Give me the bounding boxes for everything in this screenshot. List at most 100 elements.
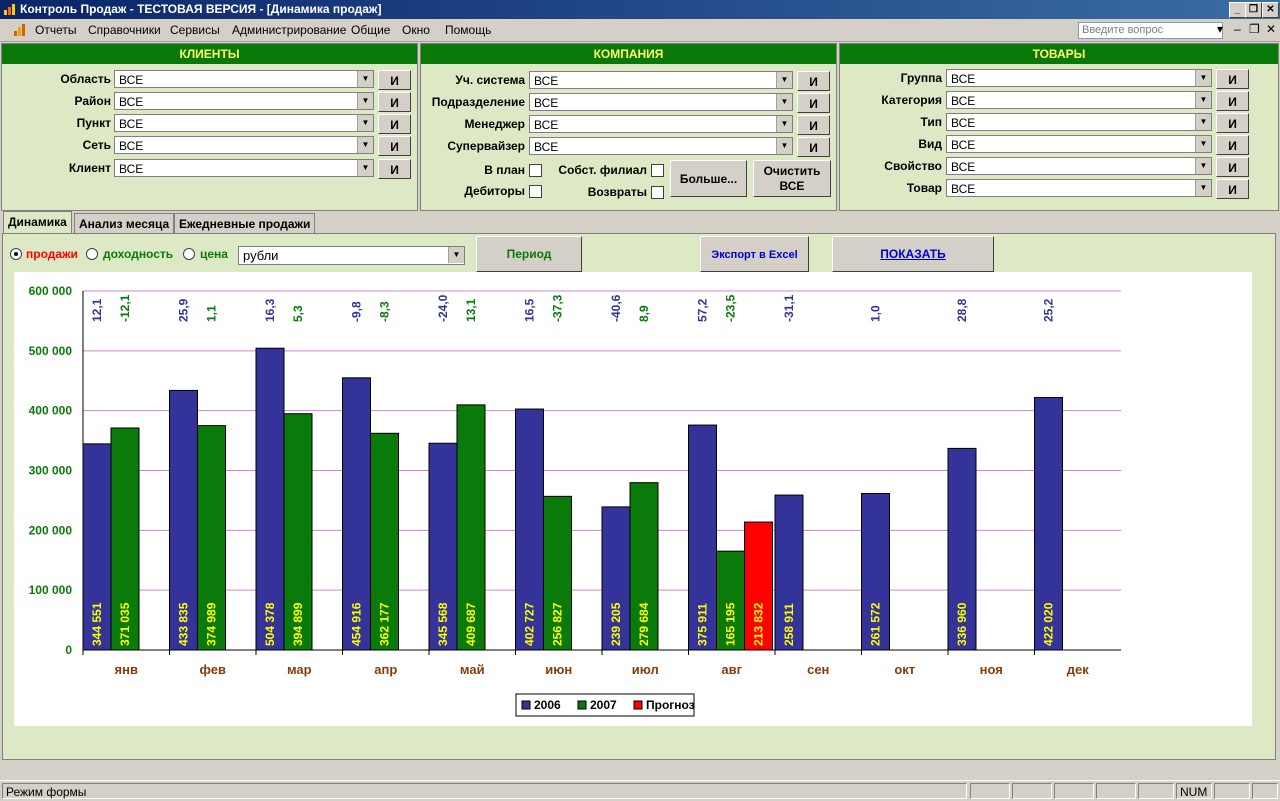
profit-radio-label[interactable]: доходность	[103, 247, 173, 261]
accounting-system-select[interactable]: ВСЕ ▼	[529, 71, 793, 89]
category-select[interactable]: ВСЕ ▼	[946, 91, 1212, 109]
percent-label: 25,2	[1042, 298, 1056, 322]
network-and-button[interactable]: И	[378, 136, 411, 156]
client-select[interactable]: ВСЕ ▼	[114, 159, 374, 177]
chevron-down-icon[interactable]: ▼	[357, 93, 373, 109]
plan-checkbox[interactable]	[529, 164, 542, 177]
sales-radio-label[interactable]: продажи	[26, 247, 78, 261]
price-radio[interactable]	[183, 248, 195, 260]
menu-administration[interactable]: Администрирование	[232, 23, 346, 37]
sales-radio[interactable]	[10, 248, 22, 260]
period-button[interactable]: Период	[476, 236, 582, 272]
tab-month-analysis[interactable]: Анализ месяца	[74, 213, 175, 233]
product-and-button[interactable]: И	[1216, 179, 1249, 199]
tab-daily-sales[interactable]: Ежедневные продажи	[174, 213, 316, 233]
menu-services[interactable]: Сервисы	[170, 23, 220, 37]
chevron-down-icon[interactable]: ▼	[1195, 158, 1211, 174]
point-select[interactable]: ВСЕ ▼	[114, 114, 374, 132]
data-label: 279 684	[637, 602, 651, 646]
child-restore-button[interactable]: ❐	[1249, 22, 1260, 36]
chevron-down-icon[interactable]: ▼	[1195, 136, 1211, 152]
tab-dynamics[interactable]: Динамика	[3, 211, 72, 234]
menu-directories[interactable]: Справочники	[88, 23, 161, 37]
category-and-button[interactable]: И	[1216, 91, 1249, 111]
product-select[interactable]: ВСЕ ▼	[946, 179, 1212, 197]
network-select[interactable]: ВСЕ ▼	[114, 136, 374, 154]
data-label: 256 827	[551, 602, 565, 646]
profit-radio[interactable]	[86, 248, 98, 260]
field-label: Свойство	[884, 159, 942, 173]
field-label: Пункт	[76, 116, 111, 130]
field-label: Сеть	[82, 138, 111, 152]
kind-and-button[interactable]: И	[1216, 135, 1249, 155]
chevron-down-icon[interactable]: ▼	[776, 94, 792, 110]
debtors-checkbox[interactable]	[529, 185, 542, 198]
chevron-down-icon[interactable]: ▼	[1195, 70, 1211, 86]
x-tick-label: дек	[1067, 662, 1089, 677]
supervisor-and-button[interactable]: И	[797, 137, 830, 157]
supervisor-select[interactable]: ВСЕ ▼	[529, 137, 793, 155]
region-and-button[interactable]: И	[378, 70, 411, 90]
data-label: 362 177	[378, 602, 392, 646]
returns-checkbox[interactable]	[651, 186, 664, 199]
property-and-button[interactable]: И	[1216, 157, 1249, 177]
field-label: Группа	[900, 71, 942, 85]
percent-label: 28,8	[955, 298, 969, 322]
chevron-down-icon[interactable]: ▼	[448, 247, 464, 263]
unit-select[interactable]: рубли ▼	[238, 246, 465, 265]
status-cell	[1214, 783, 1250, 799]
ask-question-input[interactable]: Введите вопрос	[1078, 22, 1223, 39]
status-cell	[1012, 783, 1052, 799]
department-select[interactable]: ВСЕ ▼	[529, 93, 793, 111]
chevron-down-icon[interactable]: ▼	[776, 72, 792, 88]
menu-general[interactable]: Общие	[351, 23, 390, 37]
region-select[interactable]: ВСЕ ▼	[114, 70, 374, 88]
minimize-button[interactable]: _	[1229, 2, 1246, 18]
percent-label: -31,1	[782, 294, 796, 322]
chevron-down-icon[interactable]: ▼	[776, 116, 792, 132]
group-and-button[interactable]: И	[1216, 69, 1249, 89]
restore-button[interactable]: ❐	[1245, 2, 1262, 18]
manager-select[interactable]: ВСЕ ▼	[529, 115, 793, 133]
x-tick-label: мар	[287, 662, 312, 677]
more-button[interactable]: Больше...	[670, 160, 747, 197]
export-excel-button[interactable]: Экспорт в Excel	[700, 236, 809, 272]
percent-label: -9,8	[350, 301, 364, 322]
sales-chart: 0 100 000 200 000 300 000 400 000 500 000 600 …	[29, 284, 1121, 717]
chevron-down-icon[interactable]: ▼	[1195, 114, 1211, 130]
chevron-down-icon[interactable]: ▼	[357, 137, 373, 153]
menu-reports[interactable]: Отчеты	[35, 23, 76, 37]
child-minimize-button[interactable]: –	[1234, 22, 1241, 36]
own-branch-checkbox[interactable]	[651, 164, 664, 177]
group-select[interactable]: ВСЕ ▼	[946, 69, 1212, 87]
chevron-down-icon[interactable]: ▼	[357, 115, 373, 131]
menu-bar: Отчеты Справочники Сервисы Администриров…	[0, 19, 1280, 42]
menu-help[interactable]: Помощь	[445, 23, 491, 37]
department-and-button[interactable]: И	[797, 93, 830, 113]
price-radio-label[interactable]: цена	[200, 247, 228, 261]
type-and-button[interactable]: И	[1216, 113, 1249, 133]
kind-select[interactable]: ВСЕ ▼	[946, 135, 1212, 153]
chevron-down-icon[interactable]: ▼	[357, 71, 373, 87]
clear-all-button[interactable]: Очистить ВСЕ	[753, 160, 831, 197]
manager-and-button[interactable]: И	[797, 115, 830, 135]
show-button[interactable]: ПОКАЗАТЬ	[832, 236, 994, 272]
chevron-down-icon[interactable]: ▼	[357, 160, 373, 176]
app-icon[interactable]	[12, 22, 28, 38]
child-close-button[interactable]: ✕	[1266, 22, 1276, 36]
data-label: 345 568	[436, 602, 450, 646]
accounting-system-and-button[interactable]: И	[797, 71, 830, 91]
menu-window[interactable]: Окно	[402, 23, 430, 37]
chevron-down-icon[interactable]: ▼	[1195, 92, 1211, 108]
chevron-down-icon[interactable]: ▼	[1195, 180, 1211, 196]
district-and-button[interactable]: И	[378, 92, 411, 112]
client-and-button[interactable]: И	[378, 159, 411, 179]
property-select[interactable]: ВСЕ ▼	[946, 157, 1212, 175]
data-label: 371 035	[118, 602, 132, 646]
ask-dropdown-arrow[interactable]: ▾	[1217, 22, 1223, 36]
point-and-button[interactable]: И	[378, 114, 411, 134]
chevron-down-icon[interactable]: ▼	[776, 138, 792, 154]
close-button[interactable]: ✕	[1262, 2, 1279, 18]
type-select[interactable]: ВСЕ ▼	[946, 113, 1212, 131]
district-select[interactable]: ВСЕ ▼	[114, 92, 374, 110]
